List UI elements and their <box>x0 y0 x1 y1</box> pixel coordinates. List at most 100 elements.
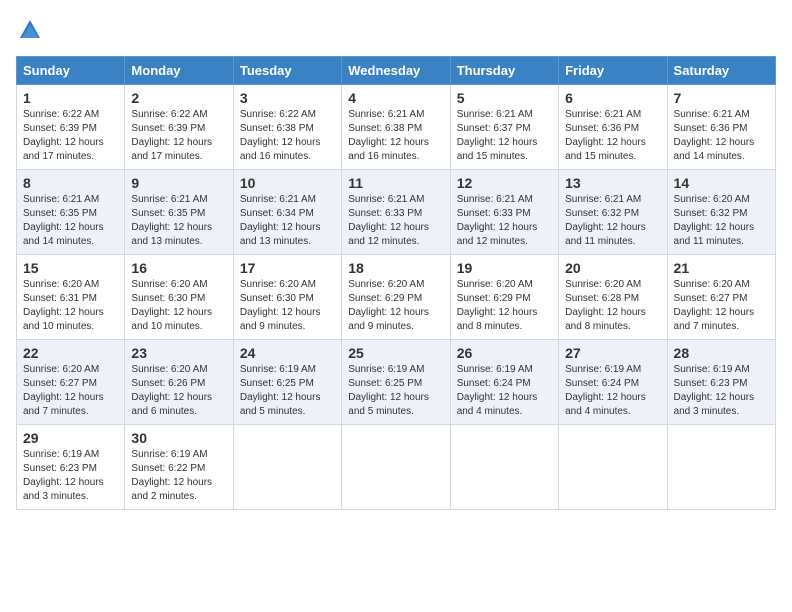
calendar-cell: 2 Sunrise: 6:22 AMSunset: 6:39 PMDayligh… <box>125 85 233 170</box>
day-number: 20 <box>565 260 660 276</box>
day-number: 15 <box>23 260 118 276</box>
day-info: Sunrise: 6:21 AMSunset: 6:38 PMDaylight:… <box>348 109 429 162</box>
day-info: Sunrise: 6:22 AMSunset: 6:39 PMDaylight:… <box>23 109 104 162</box>
day-number: 26 <box>457 345 552 361</box>
day-info: Sunrise: 6:19 AMSunset: 6:24 PMDaylight:… <box>565 364 646 417</box>
day-number: 9 <box>131 175 226 191</box>
calendar-cell <box>233 425 341 510</box>
day-info: Sunrise: 6:21 AMSunset: 6:37 PMDaylight:… <box>457 109 538 162</box>
day-info: Sunrise: 6:20 AMSunset: 6:32 PMDaylight:… <box>674 194 755 247</box>
day-header-saturday: Saturday <box>667 57 775 85</box>
calendar-body: 1 Sunrise: 6:22 AMSunset: 6:39 PMDayligh… <box>17 85 776 510</box>
calendar-cell <box>559 425 667 510</box>
logo <box>16 16 48 44</box>
day-header-wednesday: Wednesday <box>342 57 450 85</box>
day-number: 25 <box>348 345 443 361</box>
day-info: Sunrise: 6:21 AMSunset: 6:36 PMDaylight:… <box>565 109 646 162</box>
day-number: 8 <box>23 175 118 191</box>
day-number: 24 <box>240 345 335 361</box>
calendar-cell: 12 Sunrise: 6:21 AMSunset: 6:33 PMDaylig… <box>450 170 558 255</box>
calendar-cell: 27 Sunrise: 6:19 AMSunset: 6:24 PMDaylig… <box>559 340 667 425</box>
calendar-cell: 9 Sunrise: 6:21 AMSunset: 6:35 PMDayligh… <box>125 170 233 255</box>
day-info: Sunrise: 6:19 AMSunset: 6:25 PMDaylight:… <box>348 364 429 417</box>
calendar-cell: 24 Sunrise: 6:19 AMSunset: 6:25 PMDaylig… <box>233 340 341 425</box>
day-number: 29 <box>23 430 118 446</box>
calendar-header-row: SundayMondayTuesdayWednesdayThursdayFrid… <box>17 57 776 85</box>
calendar-cell: 28 Sunrise: 6:19 AMSunset: 6:23 PMDaylig… <box>667 340 775 425</box>
day-number: 7 <box>674 90 769 106</box>
day-info: Sunrise: 6:20 AMSunset: 6:31 PMDaylight:… <box>23 279 104 332</box>
calendar-cell: 10 Sunrise: 6:21 AMSunset: 6:34 PMDaylig… <box>233 170 341 255</box>
calendar-cell: 1 Sunrise: 6:22 AMSunset: 6:39 PMDayligh… <box>17 85 125 170</box>
calendar-cell <box>450 425 558 510</box>
header <box>16 16 776 44</box>
calendar-week-row: 15 Sunrise: 6:20 AMSunset: 6:31 PMDaylig… <box>17 255 776 340</box>
calendar-cell: 13 Sunrise: 6:21 AMSunset: 6:32 PMDaylig… <box>559 170 667 255</box>
day-info: Sunrise: 6:22 AMSunset: 6:39 PMDaylight:… <box>131 109 212 162</box>
day-number: 17 <box>240 260 335 276</box>
calendar-cell: 11 Sunrise: 6:21 AMSunset: 6:33 PMDaylig… <box>342 170 450 255</box>
day-info: Sunrise: 6:21 AMSunset: 6:33 PMDaylight:… <box>457 194 538 247</box>
day-header-thursday: Thursday <box>450 57 558 85</box>
day-info: Sunrise: 6:19 AMSunset: 6:23 PMDaylight:… <box>674 364 755 417</box>
calendar-cell: 29 Sunrise: 6:19 AMSunset: 6:23 PMDaylig… <box>17 425 125 510</box>
day-info: Sunrise: 6:20 AMSunset: 6:30 PMDaylight:… <box>131 279 212 332</box>
day-number: 23 <box>131 345 226 361</box>
day-number: 28 <box>674 345 769 361</box>
calendar-week-row: 1 Sunrise: 6:22 AMSunset: 6:39 PMDayligh… <box>17 85 776 170</box>
calendar-cell: 21 Sunrise: 6:20 AMSunset: 6:27 PMDaylig… <box>667 255 775 340</box>
day-number: 5 <box>457 90 552 106</box>
calendar-cell <box>667 425 775 510</box>
day-header-tuesday: Tuesday <box>233 57 341 85</box>
calendar-week-row: 22 Sunrise: 6:20 AMSunset: 6:27 PMDaylig… <box>17 340 776 425</box>
day-info: Sunrise: 6:19 AMSunset: 6:25 PMDaylight:… <box>240 364 321 417</box>
calendar-cell: 3 Sunrise: 6:22 AMSunset: 6:38 PMDayligh… <box>233 85 341 170</box>
day-number: 19 <box>457 260 552 276</box>
day-number: 12 <box>457 175 552 191</box>
day-info: Sunrise: 6:20 AMSunset: 6:28 PMDaylight:… <box>565 279 646 332</box>
day-info: Sunrise: 6:21 AMSunset: 6:34 PMDaylight:… <box>240 194 321 247</box>
calendar-cell: 26 Sunrise: 6:19 AMSunset: 6:24 PMDaylig… <box>450 340 558 425</box>
day-header-sunday: Sunday <box>17 57 125 85</box>
day-info: Sunrise: 6:20 AMSunset: 6:27 PMDaylight:… <box>674 279 755 332</box>
day-info: Sunrise: 6:19 AMSunset: 6:24 PMDaylight:… <box>457 364 538 417</box>
day-number: 1 <box>23 90 118 106</box>
day-number: 18 <box>348 260 443 276</box>
day-info: Sunrise: 6:20 AMSunset: 6:30 PMDaylight:… <box>240 279 321 332</box>
calendar-cell: 17 Sunrise: 6:20 AMSunset: 6:30 PMDaylig… <box>233 255 341 340</box>
calendar-cell: 4 Sunrise: 6:21 AMSunset: 6:38 PMDayligh… <box>342 85 450 170</box>
day-header-friday: Friday <box>559 57 667 85</box>
calendar-cell: 16 Sunrise: 6:20 AMSunset: 6:30 PMDaylig… <box>125 255 233 340</box>
day-number: 30 <box>131 430 226 446</box>
day-number: 21 <box>674 260 769 276</box>
calendar-week-row: 8 Sunrise: 6:21 AMSunset: 6:35 PMDayligh… <box>17 170 776 255</box>
day-number: 16 <box>131 260 226 276</box>
day-number: 27 <box>565 345 660 361</box>
day-info: Sunrise: 6:20 AMSunset: 6:27 PMDaylight:… <box>23 364 104 417</box>
day-number: 4 <box>348 90 443 106</box>
calendar-cell: 23 Sunrise: 6:20 AMSunset: 6:26 PMDaylig… <box>125 340 233 425</box>
day-info: Sunrise: 6:21 AMSunset: 6:36 PMDaylight:… <box>674 109 755 162</box>
day-info: Sunrise: 6:19 AMSunset: 6:22 PMDaylight:… <box>131 449 212 502</box>
calendar-cell: 7 Sunrise: 6:21 AMSunset: 6:36 PMDayligh… <box>667 85 775 170</box>
calendar-cell: 22 Sunrise: 6:20 AMSunset: 6:27 PMDaylig… <box>17 340 125 425</box>
calendar-cell <box>342 425 450 510</box>
day-info: Sunrise: 6:19 AMSunset: 6:23 PMDaylight:… <box>23 449 104 502</box>
calendar-cell: 30 Sunrise: 6:19 AMSunset: 6:22 PMDaylig… <box>125 425 233 510</box>
calendar-cell: 8 Sunrise: 6:21 AMSunset: 6:35 PMDayligh… <box>17 170 125 255</box>
day-number: 10 <box>240 175 335 191</box>
day-number: 2 <box>131 90 226 106</box>
day-header-monday: Monday <box>125 57 233 85</box>
day-info: Sunrise: 6:21 AMSunset: 6:32 PMDaylight:… <box>565 194 646 247</box>
calendar-cell: 6 Sunrise: 6:21 AMSunset: 6:36 PMDayligh… <box>559 85 667 170</box>
day-info: Sunrise: 6:21 AMSunset: 6:33 PMDaylight:… <box>348 194 429 247</box>
day-info: Sunrise: 6:20 AMSunset: 6:29 PMDaylight:… <box>348 279 429 332</box>
calendar-week-row: 29 Sunrise: 6:19 AMSunset: 6:23 PMDaylig… <box>17 425 776 510</box>
calendar-cell: 20 Sunrise: 6:20 AMSunset: 6:28 PMDaylig… <box>559 255 667 340</box>
calendar-cell: 14 Sunrise: 6:20 AMSunset: 6:32 PMDaylig… <box>667 170 775 255</box>
calendar-table: SundayMondayTuesdayWednesdayThursdayFrid… <box>16 56 776 510</box>
calendar-cell: 18 Sunrise: 6:20 AMSunset: 6:29 PMDaylig… <box>342 255 450 340</box>
day-number: 6 <box>565 90 660 106</box>
day-number: 13 <box>565 175 660 191</box>
logo-icon <box>16 16 44 44</box>
